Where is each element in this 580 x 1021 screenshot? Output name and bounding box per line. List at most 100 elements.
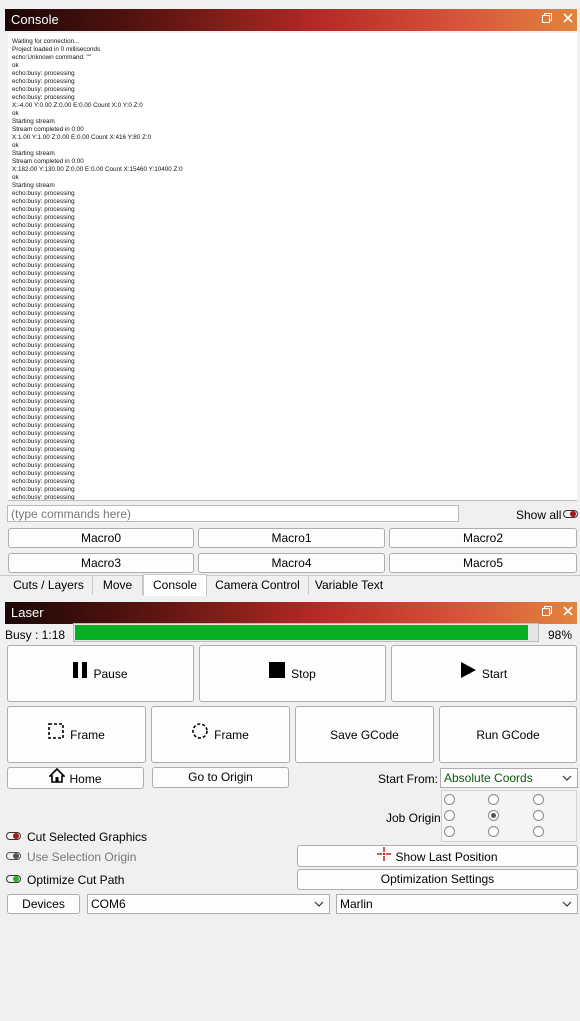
origin-top-right-radio[interactable]	[533, 794, 544, 805]
optimize-cut-path-toggle[interactable]	[6, 875, 21, 883]
tab-move[interactable]: Move	[93, 575, 143, 595]
tab-cuts-layers[interactable]: Cuts / Layers	[5, 575, 93, 595]
go-to-origin-label: Go to Origin	[188, 770, 253, 784]
show-all-toggle[interactable]	[563, 510, 578, 518]
restore-icon[interactable]	[540, 605, 554, 619]
macro1-label: Macro1	[271, 531, 312, 545]
console-line: echo:busy: processing	[12, 382, 75, 389]
console-line: echo:busy: processing	[12, 230, 75, 237]
console-line: echo:busy: processing	[12, 478, 75, 485]
origin-top-left-radio[interactable]	[444, 794, 455, 805]
macro4-label: Macro4	[271, 556, 312, 570]
tab-variable-text[interactable]: Variable Text	[309, 575, 389, 595]
optimization-settings-label: Optimization Settings	[380, 872, 495, 886]
save-gcode-button[interactable]: Save GCode	[295, 706, 434, 763]
macro2-label: Macro2	[462, 531, 503, 545]
console-line: echo:busy: processing	[12, 462, 75, 469]
home-button[interactable]: Home	[7, 767, 144, 789]
console-line: echo:busy: processing	[12, 438, 75, 445]
restore-icon[interactable]	[540, 12, 554, 26]
console-line: echo:busy: processing	[12, 302, 75, 309]
toggle-knob	[570, 511, 576, 517]
tab-camera-control[interactable]: Camera Control	[207, 575, 309, 595]
console-line: echo:busy: processing	[12, 446, 75, 453]
status-label: Busy : 1:18	[5, 628, 66, 642]
frame-rect-label: Frame	[70, 728, 105, 743]
start-button[interactable]: Start	[391, 645, 577, 702]
laser-titlebar: Laser	[5, 602, 577, 624]
close-icon[interactable]	[561, 605, 575, 619]
stop-button[interactable]: Stop	[199, 645, 386, 702]
stop-label: Stop	[291, 667, 316, 682]
console-log: Waiting for connection... Project loaded …	[8, 33, 577, 500]
console-line: Stream completed in 0:00	[12, 126, 84, 133]
console-line: echo:busy: processing	[12, 406, 75, 413]
home-label: Home	[69, 771, 102, 786]
console-line: echo:busy: processing	[12, 334, 75, 341]
console-line: echo:busy: processing	[12, 350, 75, 357]
close-icon[interactable]	[561, 12, 575, 26]
origin-middle-right-radio[interactable]	[533, 810, 544, 821]
progress-fill	[75, 625, 528, 640]
cut-selected-toggle[interactable]	[6, 832, 21, 840]
console-line: X:182.00 Y:130.00 Z:0.00 E:0.00 Count X:…	[12, 166, 183, 173]
pause-button[interactable]: Pause	[7, 645, 194, 702]
chevron-down-icon	[562, 895, 572, 920]
console-line: echo:busy: processing	[12, 206, 75, 213]
frame-circle-label: Frame	[214, 728, 249, 743]
macro1-button[interactable]: Macro1	[198, 528, 385, 548]
run-gcode-label: Run GCode	[476, 728, 540, 743]
command-input[interactable]: (type commands here)	[7, 505, 459, 522]
toggle-knob	[13, 853, 19, 859]
origin-bottom-left-radio[interactable]	[444, 826, 455, 837]
controller-select[interactable]: Marlin	[336, 894, 578, 914]
frame-circle-button[interactable]: Frame	[151, 706, 290, 763]
origin-bottom-right-radio[interactable]	[533, 826, 544, 837]
controller-value: Marlin	[340, 897, 373, 911]
port-select[interactable]: COM6	[87, 894, 330, 914]
job-origin-label: Job Origin	[386, 811, 441, 825]
console-line: echo:busy: processing	[12, 486, 75, 493]
toggle-knob	[13, 833, 19, 839]
frame-rect-button[interactable]: Frame	[7, 706, 146, 763]
macro3-button[interactable]: Macro3	[8, 553, 194, 573]
console-line: Stream completed in 0:00	[12, 158, 84, 165]
go-to-origin-button[interactable]: Go to Origin	[152, 767, 289, 788]
console-line: echo:busy: processing	[12, 222, 75, 229]
console-line: echo:busy: processing	[12, 70, 75, 77]
origin-middle-left-radio[interactable]	[444, 810, 455, 821]
origin-top-center-radio[interactable]	[488, 794, 499, 805]
macro4-button[interactable]: Macro4	[198, 553, 385, 573]
console-output[interactable]: Waiting for connection... Project loaded …	[8, 33, 577, 501]
console-line: echo:busy: processing	[12, 86, 75, 93]
console-line: X:1.00 Y:1.00 Z:0.00 E:0.00 Count X:416 …	[12, 134, 152, 141]
macro0-button[interactable]: Macro0	[8, 528, 194, 548]
console-line: echo:busy: processing	[12, 414, 75, 421]
devices-button[interactable]: Devices	[7, 894, 80, 914]
console-line: echo:busy: processing	[12, 278, 75, 285]
macro5-button[interactable]: Macro5	[389, 553, 577, 573]
console-line: echo:busy: processing	[12, 310, 75, 317]
macro3-label: Macro3	[80, 556, 121, 570]
save-gcode-label: Save GCode	[330, 728, 399, 743]
start-from-select[interactable]: Absolute Coords	[440, 768, 578, 788]
use-selection-origin-label: Use Selection Origin	[27, 850, 137, 864]
console-line: echo:busy: processing	[12, 238, 75, 245]
macro5-label: Macro5	[462, 556, 503, 570]
console-line: echo:busy: processing	[12, 342, 75, 349]
console-line: echo:busy: processing	[12, 374, 75, 381]
console-line: ok	[12, 142, 19, 149]
run-gcode-button[interactable]: Run GCode	[439, 706, 577, 763]
optimization-settings-button[interactable]: Optimization Settings	[297, 869, 578, 890]
console-line: Starting stream	[12, 182, 55, 189]
show-last-position-button[interactable]: Show Last Position	[297, 845, 578, 867]
console-line: echo:Unknown command: ""	[12, 54, 92, 61]
console-line: echo:busy: processing	[12, 454, 75, 461]
macro2-button[interactable]: Macro2	[389, 528, 577, 548]
tab-console[interactable]: Console	[143, 574, 207, 596]
console-line: Waiting for connection...	[12, 38, 80, 45]
origin-bottom-center-radio[interactable]	[488, 826, 499, 837]
console-line: ok	[12, 62, 19, 69]
use-selection-origin-toggle[interactable]	[6, 852, 21, 860]
origin-center-radio[interactable]	[488, 810, 499, 821]
